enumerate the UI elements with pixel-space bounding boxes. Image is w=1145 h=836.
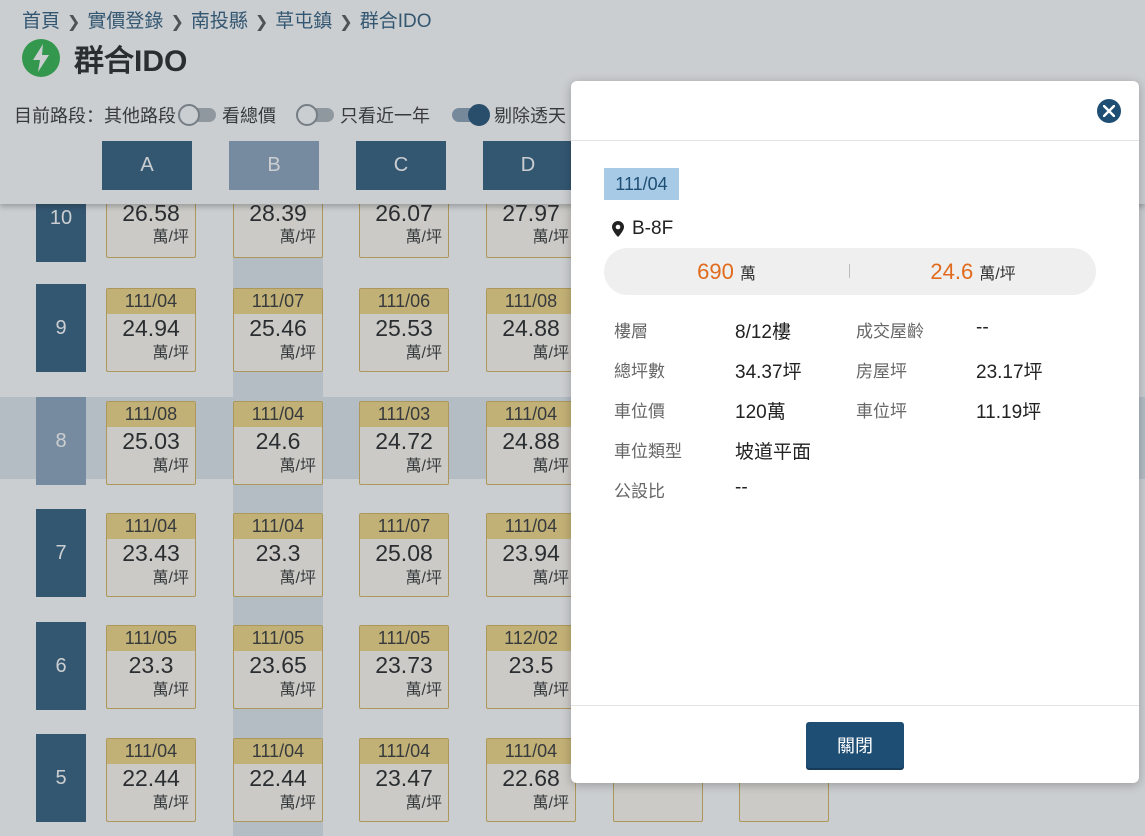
public-ratio-label: 公設比 [614,482,665,501]
unit-price-unit: 萬/坪 [979,265,1016,283]
house-area-label: 房屋坪 [856,362,907,381]
house-area-value: 23.17坪 [976,362,1043,383]
modal-header [571,81,1139,141]
total-area-value: 34.37坪 [735,362,802,383]
unit-location: B-8F [612,217,673,241]
price-summary: 690 萬 24.6 萬/坪 [604,248,1096,295]
modal-footer: 關閉 [571,705,1139,783]
age-label: 成交屋齡 [856,322,924,341]
age-value: -- [976,317,989,338]
parking-price-label: 車位價 [614,402,665,421]
parking-area-value: 11.19坪 [976,402,1042,423]
unit-location-text: B-8F [632,218,674,239]
parking-price-value: 120萬 [735,402,786,423]
parking-type-value: 坡道平面 [735,442,812,463]
parking-area-label: 車位坪 [856,402,907,421]
location-pin-icon [612,221,624,237]
floor-label: 樓層 [614,322,648,341]
total-area-label: 總坪數 [614,362,665,381]
close-button[interactable]: 關閉 [806,722,904,768]
total-price: 690 萬 [604,248,849,295]
transaction-detail-modal: 111/04 B-8F 690 萬 24.6 萬/坪 樓層 8/12樓 成交屋齡… [571,81,1139,783]
unit-price-value: 24.6 [930,258,974,284]
floor-value: 8/12樓 [735,322,791,343]
parking-type-label: 車位類型 [614,442,682,461]
total-price-value: 690 [697,258,734,284]
public-ratio-value: -- [735,477,748,498]
transaction-date-badge: 111/04 [604,168,679,200]
total-price-unit: 萬 [739,265,756,283]
unit-price: 24.6 萬/坪 [850,248,1096,295]
close-icon[interactable] [1097,99,1121,123]
